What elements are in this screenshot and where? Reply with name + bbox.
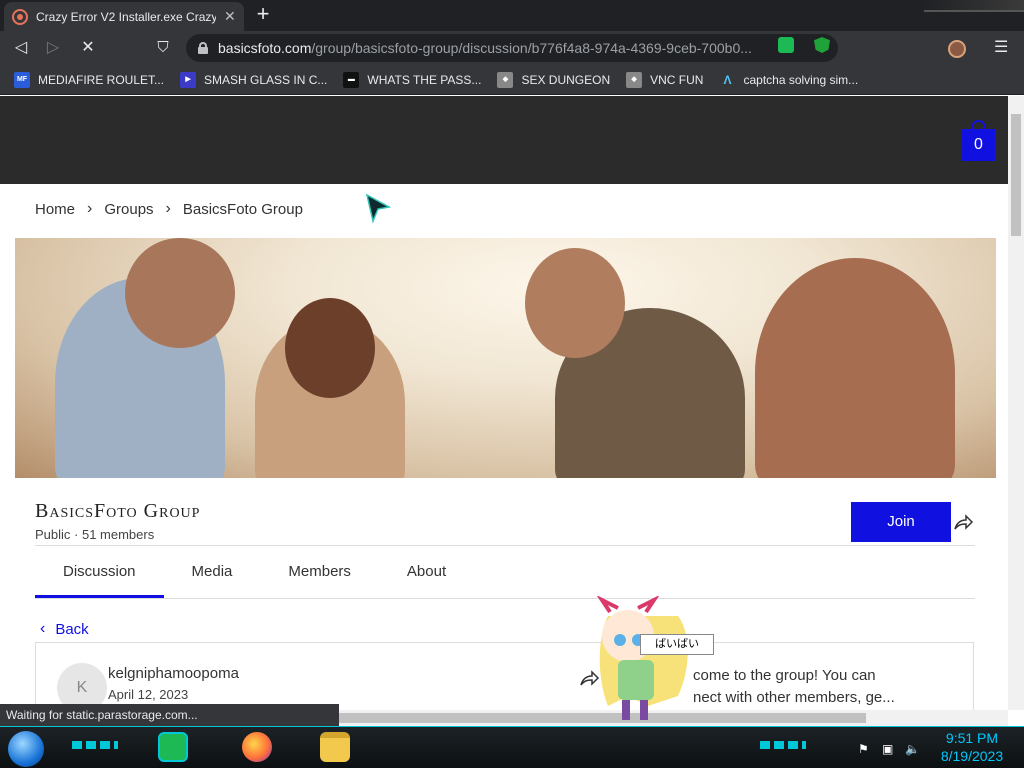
cover-person	[285, 298, 375, 398]
cover-person	[125, 238, 235, 348]
firefox-icon[interactable]	[242, 732, 272, 762]
close-tab-icon[interactable]: ✕	[224, 8, 236, 25]
tab-media[interactable]: Media	[164, 561, 261, 598]
post-excerpt-line: come to the group! You can	[693, 667, 876, 684]
cover-person	[755, 258, 955, 478]
group-tabs: Discussion Media Members About	[35, 561, 474, 598]
chevron-right-icon: ›	[87, 200, 93, 217]
scrollbar-thumb[interactable]	[1011, 114, 1021, 236]
url-host: basicsfoto.com	[218, 40, 312, 56]
site-header: 0	[0, 96, 1008, 184]
cover-person	[525, 248, 625, 358]
group-cover-image	[15, 238, 996, 478]
url-path: /group/basicsfoto-group/discussion/b776f…	[311, 40, 752, 56]
bookmark-item[interactable]: ◆ VNC FUN	[626, 71, 704, 88]
vertical-scrollbar[interactable]	[1008, 96, 1024, 710]
bookmark-item[interactable]: ▶ SMASH GLASS IN C...	[180, 71, 328, 88]
cart-button[interactable]: 0	[962, 120, 995, 161]
start-button[interactable]	[8, 731, 44, 767]
stop-loading-icon[interactable]: ✕	[77, 37, 99, 59]
post-excerpt-line: nect with other members, ge...	[693, 689, 895, 706]
menu-icon[interactable]: ☰	[994, 37, 1008, 57]
taskbar: ⚑ ▣ 🔈 9:51 PM 8/19/2023	[0, 726, 1024, 768]
taskbar-decoration	[72, 741, 118, 749]
tab-members[interactable]: Members	[260, 561, 379, 598]
group-title: BasicsFoto Group	[35, 500, 201, 522]
back-arrow-icon[interactable]: ◁	[10, 37, 32, 59]
profile-avatar[interactable]	[948, 40, 966, 58]
cart-count: 0	[974, 136, 983, 153]
bookmark-item[interactable]: ▬ WHATS THE PASS...	[343, 71, 482, 88]
clock-time: 9:51 PM	[945, 730, 999, 746]
bookmark-item[interactable]: ◆ SEX DUNGEON	[497, 71, 611, 88]
page-viewport: 0 Home › Groups › BasicsFoto Group Basic…	[0, 96, 1008, 710]
mouse-cursor-icon	[365, 193, 391, 224]
chevron-right-icon: ›	[165, 200, 171, 217]
loading-favicon-icon	[12, 8, 28, 25]
bookmark-item[interactable]: MF MEDIAFIRE ROULET...	[14, 71, 165, 88]
tab-about[interactable]: About	[379, 561, 474, 598]
divider	[35, 545, 975, 546]
spotify-taskbar-icon[interactable]	[158, 732, 188, 762]
terminal-icon: ▬	[343, 71, 360, 88]
post-date: April 12, 2023	[108, 687, 189, 702]
clock-date: 8/19/2023	[940, 748, 1004, 764]
taskbar-decoration	[760, 741, 806, 749]
breadcrumb-groups[interactable]: Groups	[104, 201, 153, 218]
share-icon[interactable]	[952, 511, 974, 533]
file-explorer-icon[interactable]	[320, 732, 350, 762]
forward-arrow-icon[interactable]: ▷	[42, 37, 64, 59]
volume-icon[interactable]: 🔈	[905, 742, 920, 756]
network-icon[interactable]: ▣	[882, 742, 893, 756]
bookmark-item[interactable]: Λcaptcha solving sim...	[719, 72, 858, 88]
status-bar: Waiting for static.parastorage.com...	[0, 704, 339, 726]
desktop-mascot-icon[interactable]	[588, 596, 698, 724]
bookmark-label: SEX DUNGEON	[521, 72, 611, 87]
bookmark-label: SMASH GLASS IN C...	[204, 72, 328, 87]
avatar[interactable]: K	[57, 663, 107, 710]
browser-toolbar: ◁ ▷ ✕ ⛉ basicsfoto.com/group/basicsfoto-…	[0, 31, 1024, 65]
breadcrumb-current[interactable]: BasicsFoto Group	[183, 201, 303, 218]
mediafire-icon: MF	[14, 71, 30, 88]
back-link[interactable]: ‹ Back	[40, 620, 89, 638]
cube-icon: ◆	[626, 71, 643, 88]
triangle-icon: Λ	[723, 72, 732, 87]
smash-icon: ▶	[180, 71, 197, 88]
bookmark-label: captcha solving sim...	[743, 72, 859, 87]
system-clock[interactable]: 9:51 PM 8/19/2023	[932, 729, 1012, 765]
url-text: basicsfoto.com/group/basicsfoto-group/di…	[218, 40, 763, 56]
chevron-left-icon: ‹	[40, 620, 46, 637]
bookmark-label: WHATS THE PASS...	[367, 72, 482, 87]
address-bar[interactable]: basicsfoto.com/group/basicsfoto-group/di…	[186, 34, 838, 62]
flag-icon[interactable]: ⚑	[858, 742, 869, 756]
breadcrumb: Home › Groups › BasicsFoto Group	[35, 200, 303, 218]
join-button[interactable]: Join	[851, 502, 951, 542]
browser-tab-active[interactable]: Crazy Error V2 Installer.exe Crazy E ✕	[4, 2, 244, 31]
titlebar-decoration	[924, 0, 1024, 12]
new-tab-button[interactable]: +	[252, 3, 274, 26]
lock-icon	[198, 42, 208, 54]
cube-icon: ◆	[497, 71, 514, 88]
tab-title: Crazy Error V2 Installer.exe Crazy E	[36, 9, 216, 24]
bookmarks-bar: MF MEDIAFIRE ROULET... ▶ SMASH GLASS IN C.…	[0, 65, 1024, 95]
mascot-speech-tooltip: ばいばい	[640, 634, 714, 655]
bookmark-label: VNC FUN	[650, 72, 704, 87]
post-card[interactable]: K kelgniphamoopoma April 12, 2023 come t…	[35, 642, 974, 710]
post-excerpt: come to the group! You can nect with oth…	[693, 665, 963, 709]
post-author[interactable]: kelgniphamoopoma	[108, 665, 239, 682]
bookmark-label: MEDIAFIRE ROULET...	[38, 72, 165, 87]
breadcrumb-home[interactable]: Home	[35, 201, 75, 218]
bookmark-icon[interactable]: ⛉	[152, 37, 174, 59]
spotify-extension-icon[interactable]	[778, 37, 794, 53]
group-meta: Public · 51 members	[35, 527, 155, 542]
tab-discussion[interactable]: Discussion	[35, 561, 164, 598]
divider	[35, 598, 975, 599]
back-label: Back	[55, 620, 89, 638]
tab-strip: Crazy Error V2 Installer.exe Crazy E ✕ +	[0, 0, 1024, 31]
